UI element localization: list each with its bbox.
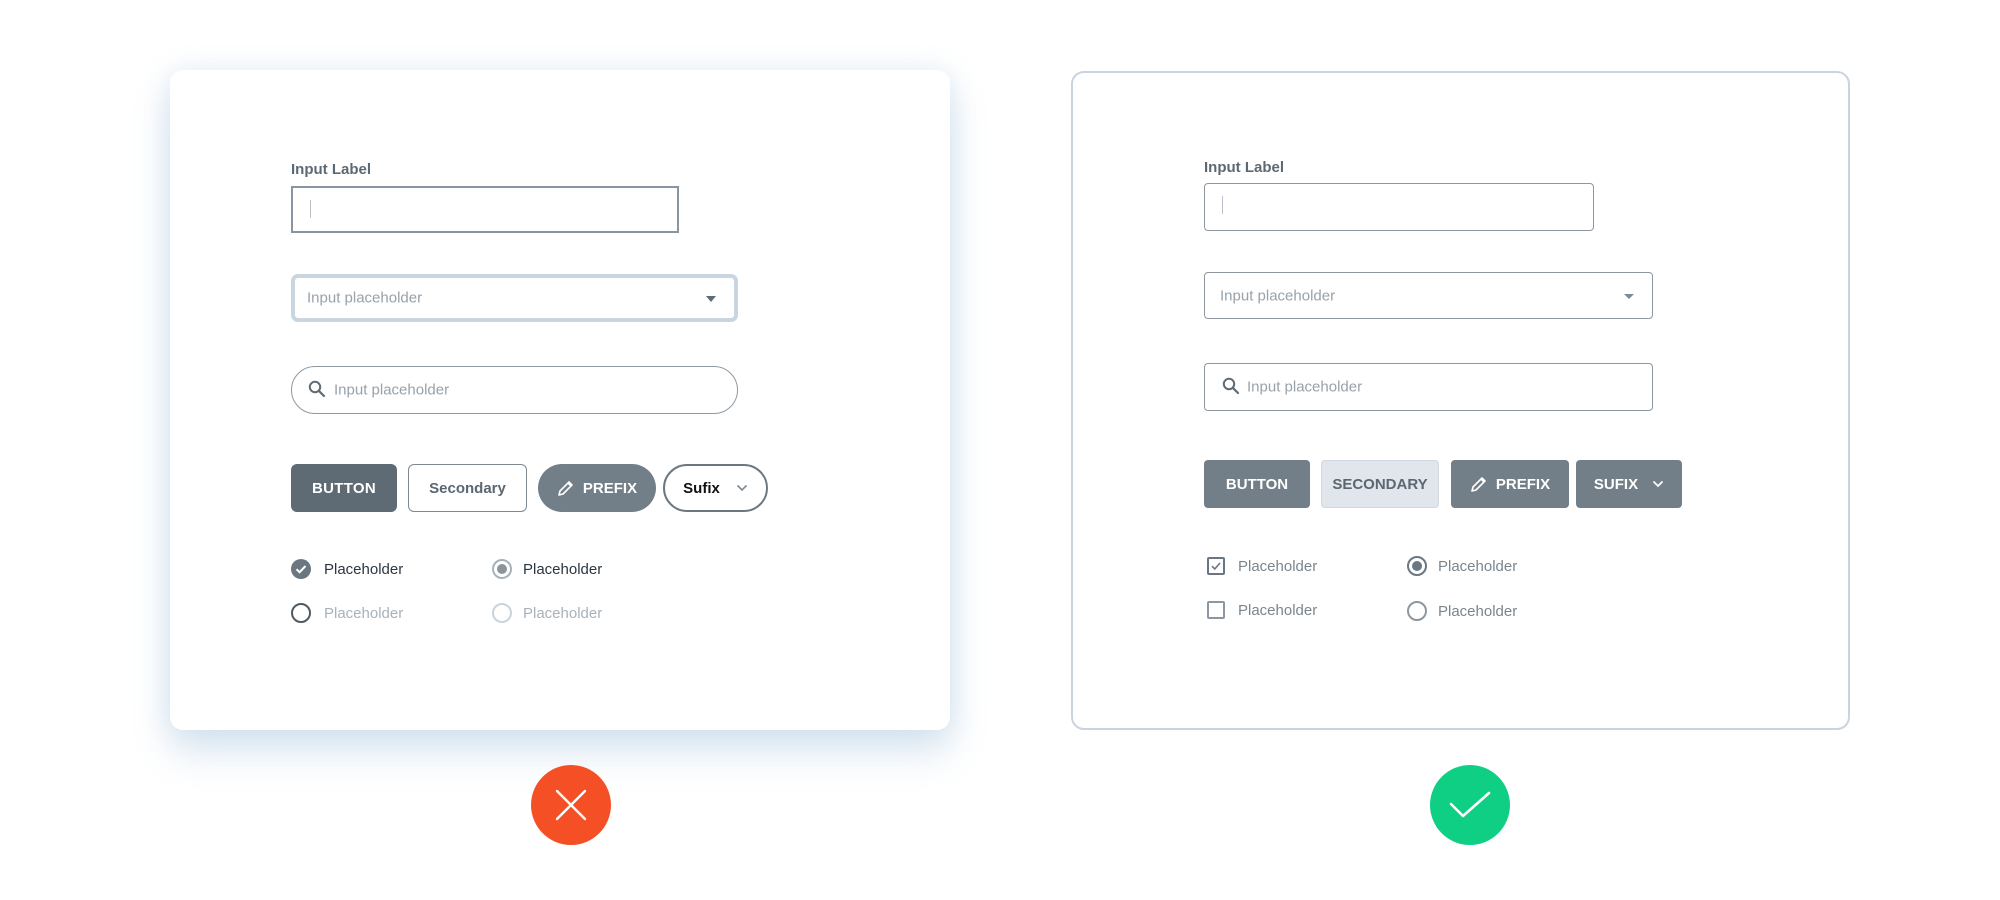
- chevron-down-icon: [736, 484, 747, 492]
- search-icon: [308, 380, 326, 403]
- option-label: Placeholder: [1438, 557, 1518, 575]
- radio-empty-icon: [492, 603, 512, 623]
- select-placeholder: Input placeholder: [307, 289, 423, 307]
- correct-badge: [1430, 765, 1510, 845]
- text-cursor: [1222, 196, 1223, 214]
- check-circle-icon: [291, 559, 311, 579]
- radio-selected-icon: [1407, 556, 1427, 576]
- circle-unchecked-icon: [291, 603, 311, 623]
- secondary-button[interactable]: SECONDARY: [1321, 460, 1439, 508]
- option-label: Placeholder: [523, 560, 603, 578]
- pencil-icon: [1471, 477, 1486, 492]
- search-placeholder: Input placeholder: [1247, 378, 1363, 396]
- select-placeholder: Input placeholder: [1220, 287, 1336, 304]
- prefix-button[interactable]: PREFIX: [538, 464, 656, 512]
- text-input[interactable]: [291, 186, 679, 233]
- option-label: Placeholder: [324, 560, 404, 578]
- bad-example-card: Input Label Input placeholder Input plac…: [170, 70, 950, 730]
- radio-checked[interactable]: Placeholder: [492, 559, 602, 579]
- pencil-icon: [558, 481, 573, 496]
- search-icon: [1222, 377, 1240, 400]
- checkbox-unchecked[interactable]: Placeholder: [291, 603, 403, 623]
- checkbox-checked[interactable]: Placeholder: [291, 559, 403, 579]
- radio-unchecked[interactable]: Placeholder: [1407, 601, 1517, 621]
- option-label: Placeholder: [324, 604, 404, 622]
- suffix-dropdown-button[interactable]: SUFIX: [1576, 460, 1682, 508]
- suffix-button-label: SUFIX: [1593, 475, 1639, 493]
- option-label: Placeholder: [523, 604, 603, 622]
- checkbox-empty-icon: [1207, 601, 1225, 619]
- secondary-button[interactable]: Secondary: [408, 464, 527, 512]
- good-example-card: Input Label Input placeholder Input plac…: [1071, 71, 1850, 730]
- checkbox-unchecked[interactable]: Placeholder: [1207, 601, 1317, 619]
- input-label: Input Label: [1204, 159, 1284, 176]
- select-dropdown[interactable]: Input placeholder: [291, 274, 738, 322]
- caret-down-icon: [1624, 293, 1634, 299]
- check-icon: [1449, 791, 1491, 818]
- prefix-button[interactable]: PREFIX: [1451, 460, 1569, 508]
- radio-unchecked[interactable]: Placeholder: [492, 603, 602, 623]
- option-label: Placeholder: [1238, 601, 1318, 619]
- prefix-button-label: PREFIX: [1495, 475, 1551, 493]
- primary-button[interactable]: BUTTON: [291, 464, 397, 512]
- prefix-button-label: PREFIX: [582, 479, 638, 497]
- suffix-dropdown-button[interactable]: Sufix: [663, 464, 768, 512]
- radio-selected-icon: [492, 559, 512, 579]
- option-label: Placeholder: [1238, 557, 1318, 575]
- search-input[interactable]: Input placeholder: [291, 366, 738, 414]
- chevron-down-icon: [1652, 480, 1664, 488]
- caret-down-icon: [706, 296, 716, 302]
- x-icon: [555, 789, 587, 821]
- search-placeholder: Input placeholder: [334, 381, 450, 399]
- radio-empty-icon: [1407, 601, 1427, 621]
- checkbox-checked-icon: [1207, 557, 1225, 575]
- radio-checked[interactable]: Placeholder: [1407, 556, 1517, 576]
- wrong-badge: [531, 765, 611, 845]
- suffix-button-label: Sufix: [683, 479, 720, 497]
- text-input[interactable]: [1204, 183, 1594, 231]
- primary-button[interactable]: BUTTON: [1204, 460, 1310, 508]
- checkbox-checked[interactable]: Placeholder: [1207, 557, 1317, 575]
- select-dropdown[interactable]: Input placeholder: [1204, 272, 1653, 319]
- text-cursor: [310, 200, 311, 218]
- input-label: Input Label: [291, 161, 371, 178]
- search-input[interactable]: Input placeholder: [1204, 363, 1653, 411]
- option-label: Placeholder: [1438, 602, 1518, 620]
